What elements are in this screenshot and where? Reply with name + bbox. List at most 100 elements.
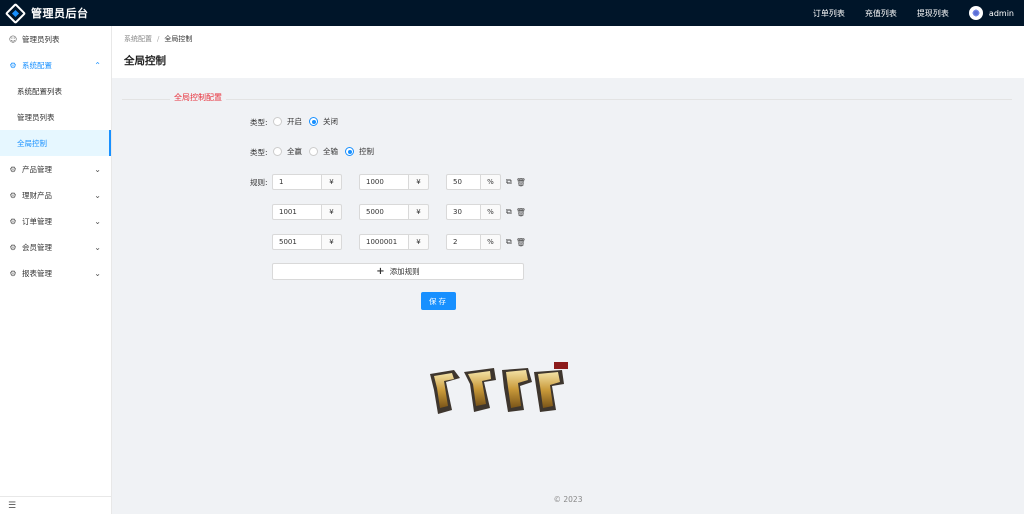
- add-rule-button[interactable]: + 添加规则: [272, 263, 524, 280]
- delete-icon[interactable]: 🗑: [516, 178, 526, 187]
- copy-icon[interactable]: ⧉: [506, 207, 512, 217]
- rule-percent-group: %: [446, 234, 501, 250]
- type-label: 类型:: [250, 118, 268, 127]
- currency-addon: ¥: [409, 234, 429, 250]
- menu-fold-icon: ☰: [8, 500, 17, 511]
- radio-circle: [309, 117, 318, 126]
- save-button[interactable]: 保存: [421, 292, 456, 310]
- chevron-down-icon: ⌄: [94, 268, 101, 278]
- brand[interactable]: 管理员后台: [0, 0, 89, 26]
- radio-label: 关闭: [323, 117, 338, 126]
- chevron-down-icon: ⌄: [94, 164, 101, 174]
- currency-addon: ¥: [322, 174, 342, 190]
- sidebar-subitem-label: 全局控制: [17, 138, 47, 148]
- sidebar-subitem-admin-list[interactable]: 管理员列表: [0, 104, 111, 130]
- add-rule-label: 添加规则: [389, 267, 420, 276]
- rule-percent-group: %: [446, 174, 501, 190]
- gear-icon: ⚙: [9, 164, 17, 174]
- sidebar-subitem-global-control[interactable]: 全局控制: [0, 130, 111, 156]
- rule-min-input[interactable]: [272, 174, 322, 190]
- radio-label: 控制: [359, 147, 374, 156]
- rule-percent-group: %: [446, 204, 501, 220]
- rule-max-group: ¥: [359, 174, 429, 190]
- sidebar-item-label: 会员管理: [22, 242, 52, 252]
- sidebar-subitem-config-list[interactable]: 系统配置列表: [0, 78, 111, 104]
- sidebar-item-order-management[interactable]: ⚙ 订单管理 ⌄: [0, 208, 111, 234]
- nav-withdraw-link[interactable]: 提现列表: [917, 8, 949, 19]
- section-divider: [122, 99, 1012, 100]
- percent-addon: %: [481, 204, 501, 220]
- delete-icon[interactable]: 🗑: [516, 208, 526, 217]
- rule-row: ¥ ¥ % ⧉ 🗑: [272, 204, 526, 220]
- brand-title: 管理员后台: [31, 7, 89, 20]
- copy-icon[interactable]: ⧉: [506, 177, 512, 187]
- type-label: 类型:: [250, 148, 268, 157]
- gear-icon: ⚙: [9, 268, 17, 278]
- rule-max-input[interactable]: [359, 234, 409, 250]
- sidebar-item-system-config[interactable]: ⚙ 系统配置 ⌃: [0, 52, 111, 78]
- rule-max-input[interactable]: [359, 204, 409, 220]
- rule-percent-input[interactable]: [446, 204, 481, 220]
- rule-min-input[interactable]: [272, 234, 322, 250]
- plus-icon: +: [376, 266, 385, 277]
- percent-addon: %: [481, 234, 501, 250]
- radio-control[interactable]: 控制: [345, 146, 374, 157]
- sidebar: ☺ 管理员列表 ⚙ 系统配置 ⌃ 系统配置列表 管理员列表 全局控制 ⚙ 产品管…: [0, 26, 112, 514]
- radio-label: 全赢: [287, 147, 302, 156]
- sidebar-item-member-management[interactable]: ⚙ 会员管理 ⌄: [0, 234, 111, 260]
- main-content: 全局控制配置 类型: 开启 关闭 类型: 全赢 全输 控制 规则: ¥ ¥: [112, 78, 1024, 514]
- footer: © 2023: [553, 495, 583, 504]
- radio-off[interactable]: 关闭: [309, 116, 338, 127]
- avatar: [968, 6, 983, 20]
- rule-percent-input[interactable]: [446, 234, 481, 250]
- user-menu[interactable]: admin: [968, 6, 1014, 20]
- sidebar-subitem-label: 管理员列表: [17, 112, 55, 122]
- breadcrumb-current: 全局控制: [164, 35, 193, 43]
- rule-min-group: ¥: [272, 174, 342, 190]
- delete-icon[interactable]: 🗑: [516, 238, 526, 247]
- radio-all-lose[interactable]: 全输: [309, 146, 338, 157]
- currency-addon: ¥: [409, 174, 429, 190]
- sidebar-item-report-management[interactable]: ⚙ 报表管理 ⌄: [0, 260, 111, 286]
- top-nav: 订单列表 充值列表 提现列表 admin: [813, 0, 1024, 26]
- percent-addon: %: [481, 174, 501, 190]
- sidebar-collapse-button[interactable]: ☰: [0, 496, 111, 514]
- rule-min-group: ¥: [272, 204, 342, 220]
- radio-circle: [273, 147, 282, 156]
- gear-icon: ⚙: [9, 60, 17, 70]
- radio-all-win[interactable]: 全赢: [273, 146, 302, 157]
- rule-row: ¥ ¥ % ⧉ 🗑: [272, 174, 526, 190]
- nav-recharge-link[interactable]: 充值列表: [865, 8, 897, 19]
- radio-on[interactable]: 开启: [273, 116, 302, 127]
- copy-icon[interactable]: ⧉: [506, 237, 512, 247]
- breadcrumb-separator: /: [157, 35, 160, 43]
- user-circle-icon: ☺: [8, 34, 18, 44]
- radio-circle: [273, 117, 282, 126]
- currency-addon: ¥: [322, 234, 342, 250]
- sidebar-item-label: 产品管理: [22, 164, 52, 174]
- nav-orders-link[interactable]: 订单列表: [813, 8, 845, 19]
- rule-max-group: ¥: [359, 234, 429, 250]
- sidebar-item-admin-list[interactable]: ☺ 管理员列表: [0, 26, 111, 52]
- rule-min-input[interactable]: [272, 204, 322, 220]
- rule-percent-input[interactable]: [446, 174, 481, 190]
- chevron-down-icon: ⌄: [94, 216, 101, 226]
- rule-min-group: ¥: [272, 234, 342, 250]
- sidebar-item-label: 理财产品: [22, 190, 52, 200]
- rule-max-group: ¥: [359, 204, 429, 220]
- radio-label: 全输: [323, 147, 338, 156]
- sidebar-item-finance-products[interactable]: ⚙ 理财产品 ⌄: [0, 182, 111, 208]
- rule-max-input[interactable]: [359, 174, 409, 190]
- rules-label: 规则:: [250, 178, 268, 187]
- breadcrumb-parent[interactable]: 系统配置: [124, 35, 152, 43]
- sidebar-item-label: 管理员列表: [22, 34, 60, 44]
- sidebar-item-product-management[interactable]: ⚙ 产品管理 ⌄: [0, 156, 111, 182]
- rule-row: ¥ ¥ % ⧉ 🗑: [272, 234, 526, 250]
- section-title-wrap: 全局控制配置: [170, 92, 226, 103]
- radio-circle: [345, 147, 354, 156]
- radio-label: 开启: [287, 117, 302, 126]
- section-title: 全局控制配置: [174, 93, 222, 102]
- currency-addon: ¥: [409, 204, 429, 220]
- user-name: admin: [988, 8, 1014, 18]
- gear-icon: ⚙: [9, 190, 17, 200]
